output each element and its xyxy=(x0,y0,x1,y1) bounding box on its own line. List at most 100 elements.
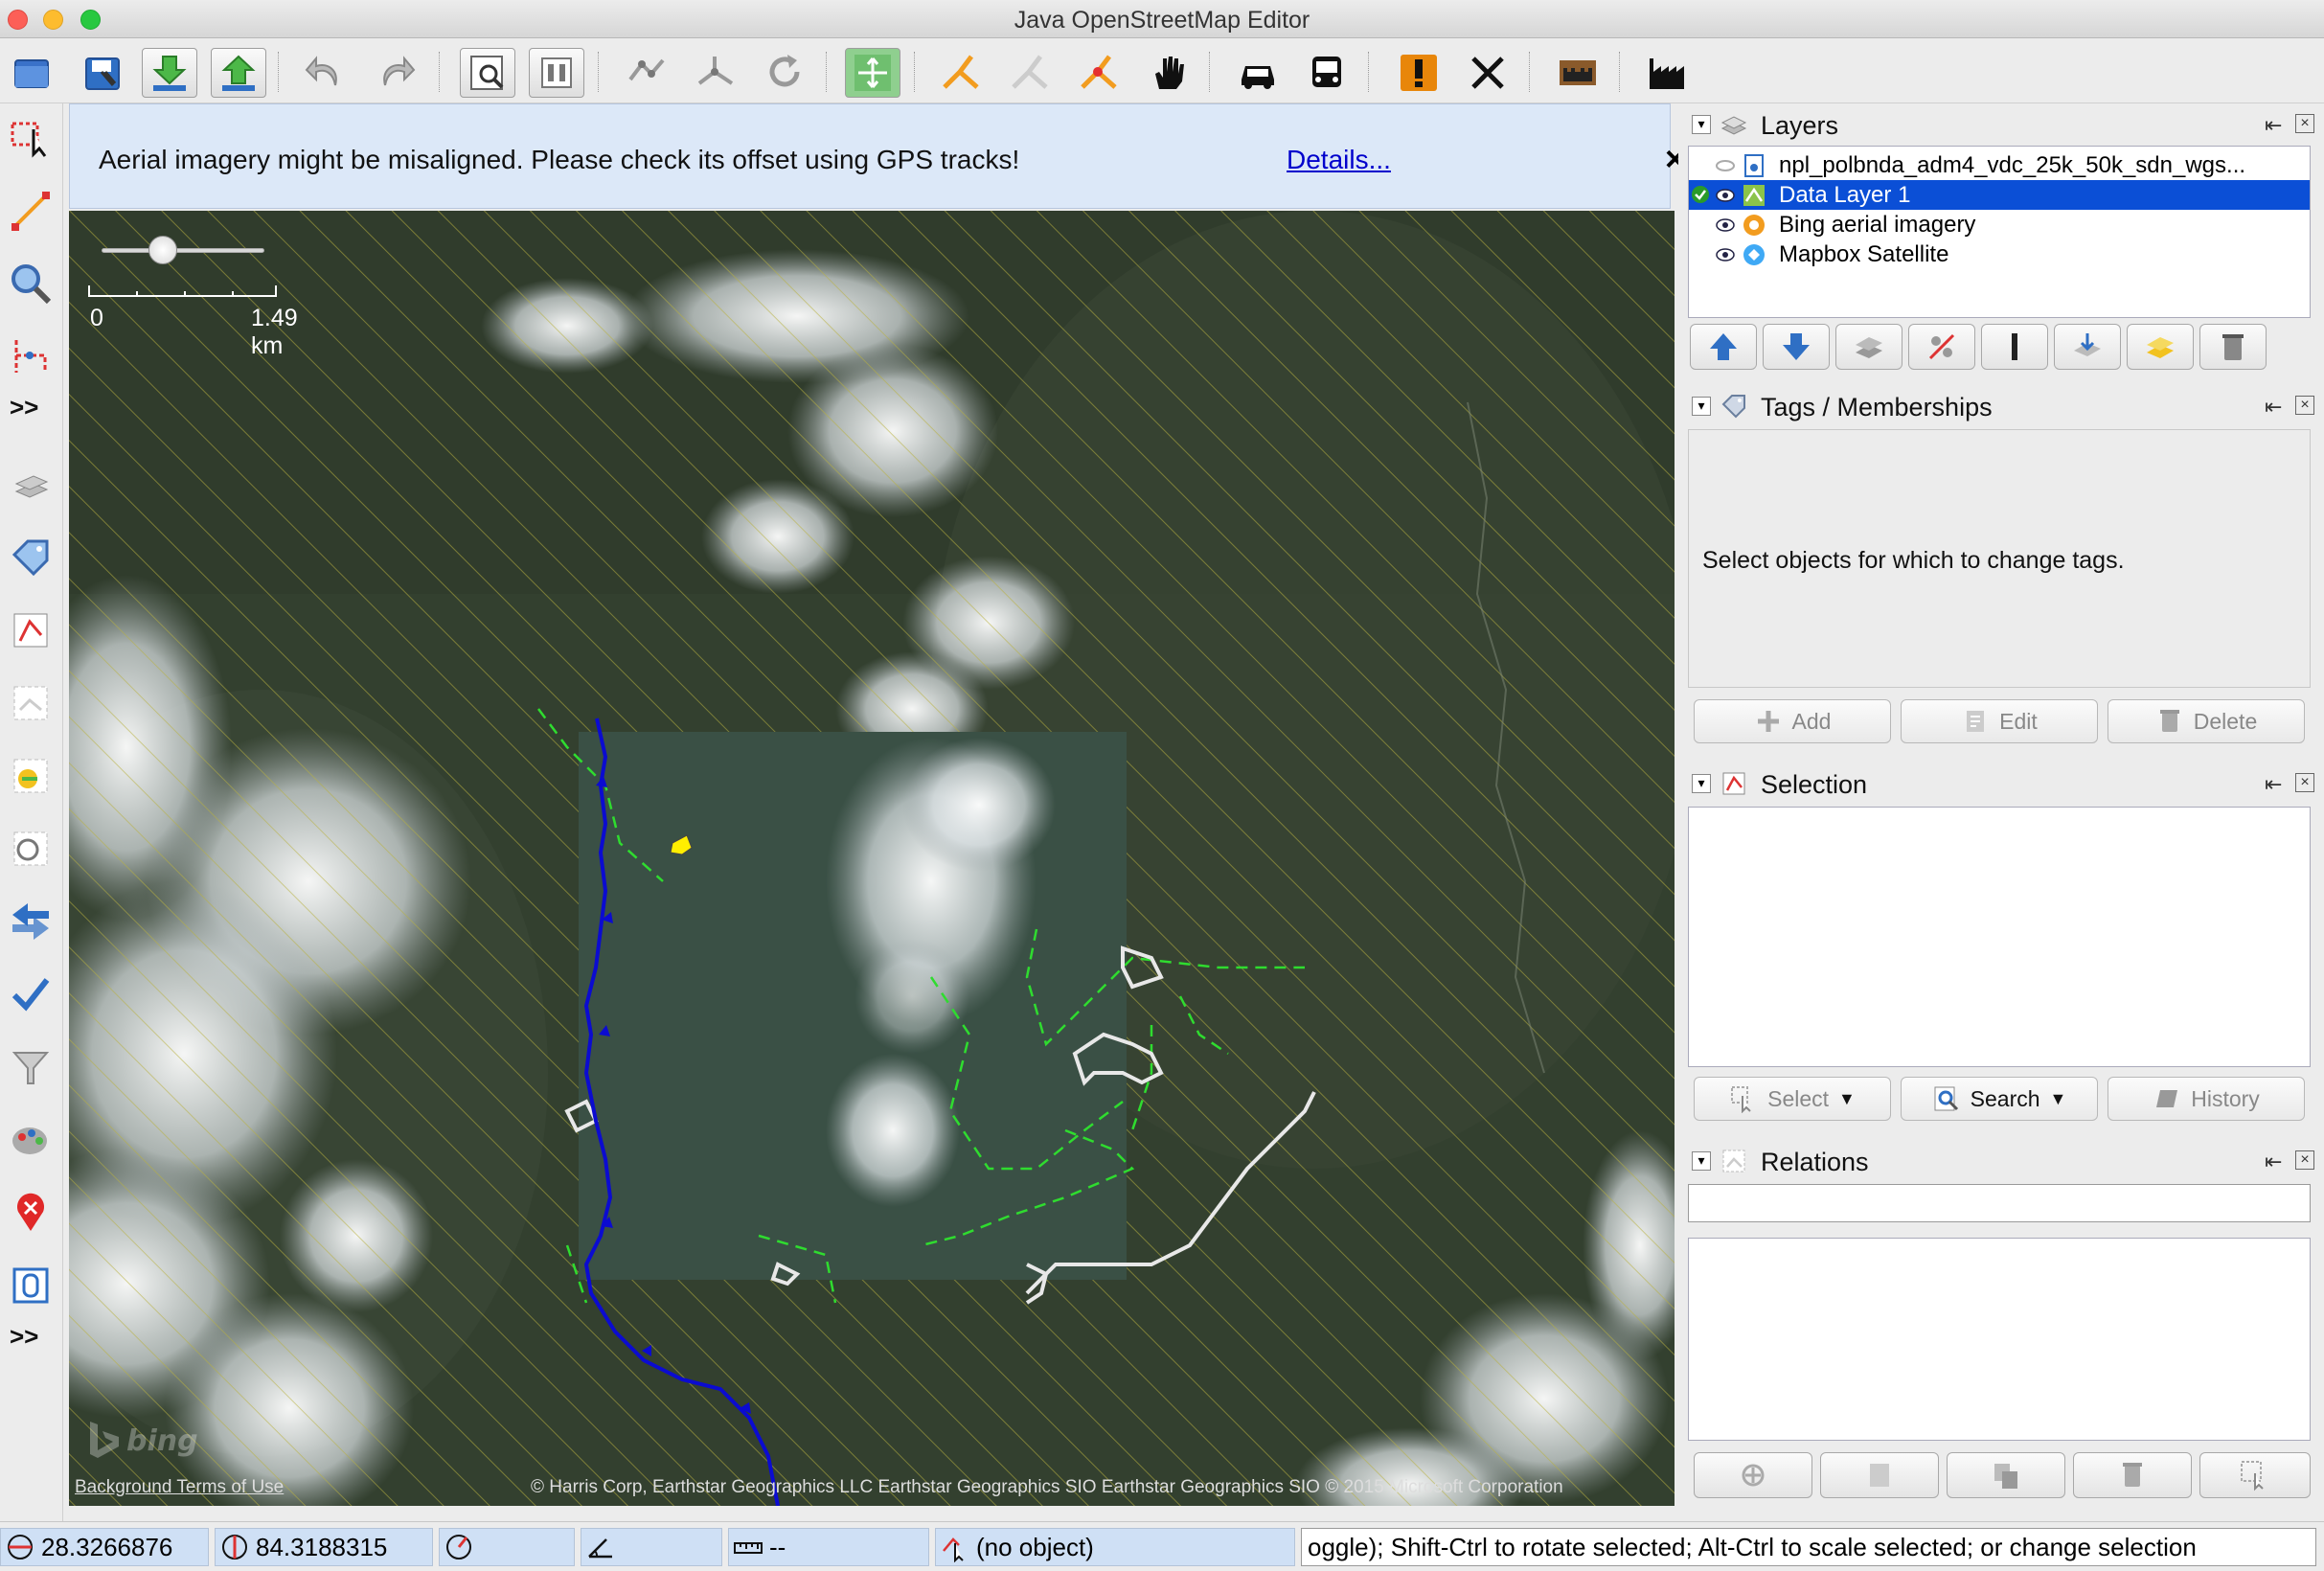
visible-eye-icon[interactable] xyxy=(1714,214,1737,237)
merge-layer-button[interactable] xyxy=(2054,324,2121,370)
pin-icon[interactable]: ⇤ xyxy=(2265,1150,2282,1174)
delete-label: Delete xyxy=(2193,708,2258,734)
imagery-offset-icon[interactable] xyxy=(845,48,900,98)
layer-row[interactable]: Mapbox Satellite xyxy=(1689,239,2310,269)
map-paint-styles-icon[interactable] xyxy=(4,1113,57,1167)
relation-filter-input[interactable] xyxy=(1688,1184,2311,1222)
close-icon[interactable]: × xyxy=(2295,1150,2314,1170)
window-title: Java OpenStreetMap Editor xyxy=(1014,7,1310,34)
delete-relation-button[interactable] xyxy=(2073,1452,2192,1498)
more-dialogs-button[interactable]: >> xyxy=(10,1322,38,1352)
download-icon[interactable] xyxy=(142,48,197,98)
delete-layer-button[interactable] xyxy=(2199,324,2267,370)
data-file-icon xyxy=(1744,154,1764,177)
duplicate-layer-button[interactable] xyxy=(2127,324,2194,370)
undo-icon[interactable] xyxy=(297,48,353,98)
zoom-slider-knob[interactable] xyxy=(148,236,177,264)
collapse-icon[interactable]: ▾ xyxy=(1692,774,1711,793)
upload-icon[interactable] xyxy=(211,48,266,98)
layer-stack-icon xyxy=(1856,337,1882,358)
hidden-eye-icon[interactable] xyxy=(1714,154,1737,177)
cross-tools-icon[interactable] xyxy=(1460,48,1515,98)
relation-list-icon[interactable] xyxy=(4,676,57,730)
new-relation-button[interactable] xyxy=(1694,1452,1812,1498)
move-layer-down-button[interactable] xyxy=(1763,324,1830,370)
map-canvas[interactable] xyxy=(69,211,1675,1506)
zoom-mode-icon[interactable] xyxy=(4,257,57,310)
draw-nodes-icon[interactable] xyxy=(4,184,57,238)
layer-list-toggle-icon[interactable] xyxy=(4,458,57,512)
open-file-icon[interactable] xyxy=(4,48,59,98)
layer-row-selected[interactable]: Data Layer 1 xyxy=(1689,180,2310,210)
simplify-way-icon[interactable] xyxy=(619,48,674,98)
background-terms-link[interactable]: Background Terms of Use xyxy=(75,1477,284,1498)
pin-icon[interactable]: ⇤ xyxy=(2265,395,2282,420)
layer-list[interactable]: npl_polbnda_adm4_vdc_25k_50k_sdn_wgs... … xyxy=(1688,146,2311,318)
warning-icon[interactable] xyxy=(1391,48,1447,98)
zoom-slider-track[interactable] xyxy=(102,248,264,253)
duplicate-relation-button[interactable] xyxy=(1947,1452,2065,1498)
data-filter-icon[interactable] xyxy=(529,48,584,98)
details-link[interactable]: Details... xyxy=(1287,145,1391,175)
car-icon[interactable] xyxy=(1230,48,1286,98)
tags-toggle-icon[interactable] xyxy=(4,531,57,584)
move-layer-up-button[interactable] xyxy=(1690,324,1757,370)
select-button[interactable]: Select ▼ xyxy=(1694,1077,1891,1121)
collapse-icon[interactable]: ▾ xyxy=(1692,1151,1711,1171)
activate-layer-button[interactable] xyxy=(1835,324,1902,370)
layer-row[interactable]: Bing aerial imagery xyxy=(1689,210,2310,239)
select-cursor-icon xyxy=(2241,1461,2264,1491)
edit-relation-button[interactable] xyxy=(1820,1452,1939,1498)
toggle-visibility-button[interactable] xyxy=(1908,324,1975,370)
factory-icon[interactable] xyxy=(1640,48,1696,98)
heading-field xyxy=(439,1528,575,1566)
split-nodes-icon[interactable] xyxy=(1071,48,1127,98)
more-modes-button[interactable]: >> xyxy=(10,393,38,422)
hand-move-icon[interactable] xyxy=(1140,48,1196,98)
castle-icon[interactable] xyxy=(1550,48,1606,98)
collapse-icon[interactable]: ▾ xyxy=(1692,115,1711,134)
redo-icon[interactable] xyxy=(368,48,423,98)
relation-list[interactable] xyxy=(1688,1238,2311,1441)
layer-row[interactable]: npl_polbnda_adm4_vdc_25k_50k_sdn_wgs... xyxy=(1689,150,2310,180)
zoom-slider[interactable] xyxy=(102,230,274,268)
changeset-icon[interactable] xyxy=(4,895,57,948)
select-relation-button[interactable] xyxy=(2199,1452,2311,1498)
history-button[interactable]: History xyxy=(2108,1077,2305,1121)
history-icon[interactable] xyxy=(4,822,57,876)
visible-eye-icon[interactable] xyxy=(1714,184,1737,207)
delete-tag-button[interactable]: Delete xyxy=(2108,699,2305,743)
selection-list[interactable] xyxy=(1688,807,2311,1067)
bus-icon[interactable] xyxy=(1299,48,1355,98)
edit-label: Edit xyxy=(1999,708,2038,734)
status-help-text: oggle); Shift-Ctrl to rotate selected; A… xyxy=(1301,1528,2316,1566)
unglue-icon[interactable] xyxy=(1002,48,1058,98)
split-way-icon[interactable] xyxy=(688,48,743,98)
filter-icon[interactable] xyxy=(4,1040,57,1094)
arrow-down-icon xyxy=(1783,333,1810,360)
layer-name: Data Layer 1 xyxy=(1779,182,1911,208)
add-tag-button[interactable]: Add xyxy=(1694,699,1891,743)
pin-icon[interactable]: ⇤ xyxy=(2265,772,2282,797)
combine-way-icon[interactable] xyxy=(933,48,989,98)
refresh-icon[interactable] xyxy=(757,48,812,98)
select-mode-icon[interactable] xyxy=(4,111,57,165)
save-icon[interactable] xyxy=(75,48,130,98)
visible-eye-icon[interactable] xyxy=(1714,243,1737,266)
close-icon[interactable]: × xyxy=(2295,773,2314,792)
zoom-preferences-icon[interactable] xyxy=(460,48,515,98)
improve-way-icon[interactable] xyxy=(4,330,57,383)
edit-tag-button[interactable]: Edit xyxy=(1901,699,2098,743)
commands-icon[interactable] xyxy=(4,749,57,803)
close-icon[interactable]: × xyxy=(2295,114,2314,133)
close-icon[interactable]: × xyxy=(2295,396,2314,415)
map-view[interactable]: 0 1.49 km bing Background Terms of Use ©… xyxy=(69,211,1675,1506)
search-button[interactable]: Search ▼ xyxy=(1901,1077,2098,1121)
pin-icon[interactable]: ⇤ xyxy=(2265,113,2282,138)
minimap-icon[interactable] xyxy=(4,1259,57,1312)
validation-check-icon[interactable] xyxy=(4,968,57,1021)
notes-marker-icon[interactable] xyxy=(4,1186,57,1240)
collapse-icon[interactable]: ▾ xyxy=(1692,397,1711,416)
selection-list-icon[interactable] xyxy=(4,603,57,657)
layer-opacity-button[interactable] xyxy=(1981,324,2048,370)
